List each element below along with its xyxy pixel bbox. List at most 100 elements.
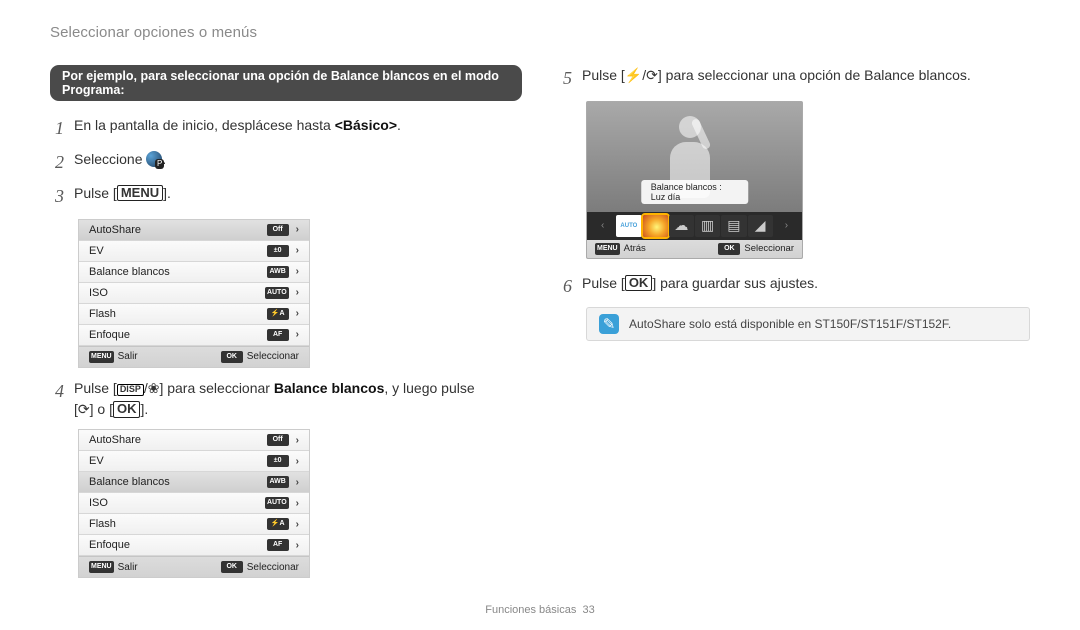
chevron-right-icon: ›	[296, 477, 299, 488]
ok-key-icon: OK	[718, 243, 740, 255]
menu-row: EV ±0›	[79, 241, 309, 262]
autoshare-icon: Off	[267, 224, 289, 236]
menu-row: ISO AUTO›	[79, 493, 309, 514]
step-text: Pulse [OK] para guardar sus ajustes.	[582, 273, 1030, 295]
step-6: 6 Pulse [OK] para guardar sus ajustes.	[558, 273, 1030, 301]
menu-key-icon: MENU	[117, 185, 163, 201]
note-icon: ✎	[599, 314, 619, 334]
focus-icon: AF	[267, 539, 289, 551]
wb-cloudy-icon: ☁	[669, 215, 694, 237]
flash-icon: ⚡A	[267, 518, 289, 530]
ev-icon: ±0	[267, 455, 289, 467]
chevron-right-icon: ›	[296, 287, 299, 298]
step-text: En la pantalla de inicio, desplácese has…	[74, 115, 522, 137]
text: Salir	[118, 351, 138, 362]
menu-label: EV	[89, 455, 104, 467]
disp-key-icon: DISP	[117, 384, 144, 396]
text: Seleccionar	[247, 351, 299, 362]
step-3: 3 Pulse [MENU].	[50, 183, 522, 211]
text: , y luego pulse	[384, 380, 474, 396]
menu-label: EV	[89, 245, 104, 257]
wb-fluorescent-l-icon: ▤	[721, 215, 746, 237]
example-pill: Por ejemplo, para seleccionar una opción…	[50, 65, 522, 101]
macro-flower-icon: ❀	[148, 380, 160, 396]
bold-text: Balance blancos	[274, 380, 385, 396]
text: Pulse [	[582, 67, 625, 83]
menu-row: ISO AUTO›	[79, 283, 309, 304]
wb-tungsten-icon: ◢	[748, 215, 773, 237]
menu-label: Enfoque	[89, 539, 130, 551]
ok-key-icon: OK	[221, 561, 243, 573]
text: Pulse [	[582, 275, 625, 291]
autoshare-icon: Off	[267, 434, 289, 446]
text: Seleccione	[74, 151, 146, 167]
wb-preview-label: Balance blancos : Luz día	[641, 180, 749, 204]
iso-icon: AUTO	[265, 497, 289, 509]
menu-row: AutoShare Off ›	[79, 220, 309, 241]
menu-label: AutoShare	[89, 224, 141, 236]
chevron-right-icon: ›	[296, 456, 299, 467]
chevron-right-icon: ›	[296, 308, 299, 319]
wb-daylight-icon	[643, 215, 668, 237]
menu-row: AutoShare Off ›	[79, 430, 309, 451]
camera-preview-screenshot: Balance blancos : Luz día ‹ AUTO ☁ ▥ ▤ ◢…	[586, 101, 803, 259]
menu-label: AutoShare	[89, 434, 141, 446]
text: En la pantalla de inicio, desplácese has…	[74, 117, 335, 133]
menu-key-icon: MENU	[89, 351, 114, 363]
preview-scene: Balance blancos : Luz día	[587, 102, 802, 212]
step-number: 3	[50, 183, 64, 211]
text: Seleccionar	[247, 562, 299, 573]
step-number: 4	[50, 378, 64, 406]
left-column: Por ejemplo, para seleccionar una opción…	[50, 65, 522, 588]
menu-label: Flash	[89, 518, 116, 530]
text: ].	[163, 185, 171, 201]
step-text: Seleccione .	[74, 149, 522, 171]
menu-label: Balance blancos	[89, 476, 170, 488]
step-5: 5 Pulse [⚡/⟳] para seleccionar una opció…	[558, 65, 1030, 93]
text: ].	[140, 401, 148, 417]
chevron-right-icon: ›	[296, 519, 299, 530]
menu-row: Flash ⚡A ›	[79, 514, 309, 535]
note-box: ✎ AutoShare solo está disponible en ST15…	[586, 307, 1030, 341]
menu-row-selected: Balance blancos AWB›	[79, 472, 309, 493]
chevron-right-icon: ›	[296, 540, 299, 551]
menu-row: Flash ⚡A ›	[79, 304, 309, 325]
note-text: AutoShare solo está disponible en ST150F…	[629, 317, 951, 331]
right-column: 5 Pulse [⚡/⟳] para seleccionar una opció…	[558, 65, 1030, 588]
text: ] o [	[90, 401, 113, 417]
text: Seleccionar	[744, 243, 794, 254]
text: Pulse [	[74, 185, 117, 201]
step-4: 4 Pulse [DISP/❀] para seleccionar Balanc…	[50, 378, 522, 421]
flash-icon: ⚡	[625, 67, 642, 83]
chevron-right-icon: ›	[296, 435, 299, 446]
scroll-left-icon: ‹	[590, 215, 615, 237]
menu-row: Balance blancos AWB›	[79, 262, 309, 283]
menu-label: Flash	[89, 308, 116, 320]
chevron-right-icon: ›	[296, 224, 299, 235]
text: ] para seleccionar una opción de Balance…	[658, 67, 971, 83]
chevron-right-icon: ›	[296, 266, 299, 277]
preview-footer: MENU Atrás OK Seleccionar	[587, 240, 802, 258]
page-header: Seleccionar opciones o menús	[50, 24, 1030, 41]
flash-icon: ⚡A	[267, 308, 289, 320]
footer-section-label: Funciones básicas	[485, 604, 576, 616]
chevron-right-icon: ›	[296, 329, 299, 340]
text: Pulse [	[74, 380, 117, 396]
menu-row: Enfoque AF ›	[79, 535, 309, 556]
step-number: 2	[50, 149, 64, 177]
bold-text: <Básico>	[335, 117, 397, 133]
menu-label: ISO	[89, 287, 108, 299]
ev-icon: ±0	[267, 245, 289, 257]
menu-label: Balance blancos	[89, 266, 170, 278]
menu-label: ISO	[89, 497, 108, 509]
text: .	[397, 117, 401, 133]
menu-screenshot-a: AutoShare Off› EV ±0› Balance blancos AW…	[78, 219, 310, 368]
page-footer: Funciones básicas 33	[0, 604, 1080, 616]
step-number: 6	[558, 273, 572, 301]
menu-row: EV ±0 ›	[79, 451, 309, 472]
wb-fluorescent-h-icon: ▥	[695, 215, 720, 237]
step-number: 1	[50, 115, 64, 143]
menu-label: Enfoque	[89, 329, 130, 341]
menu-screenshot-b: AutoShare Off › EV ±0 › Balance blancos AW…	[78, 429, 310, 578]
wb-auto-icon: AUTO	[616, 215, 641, 237]
